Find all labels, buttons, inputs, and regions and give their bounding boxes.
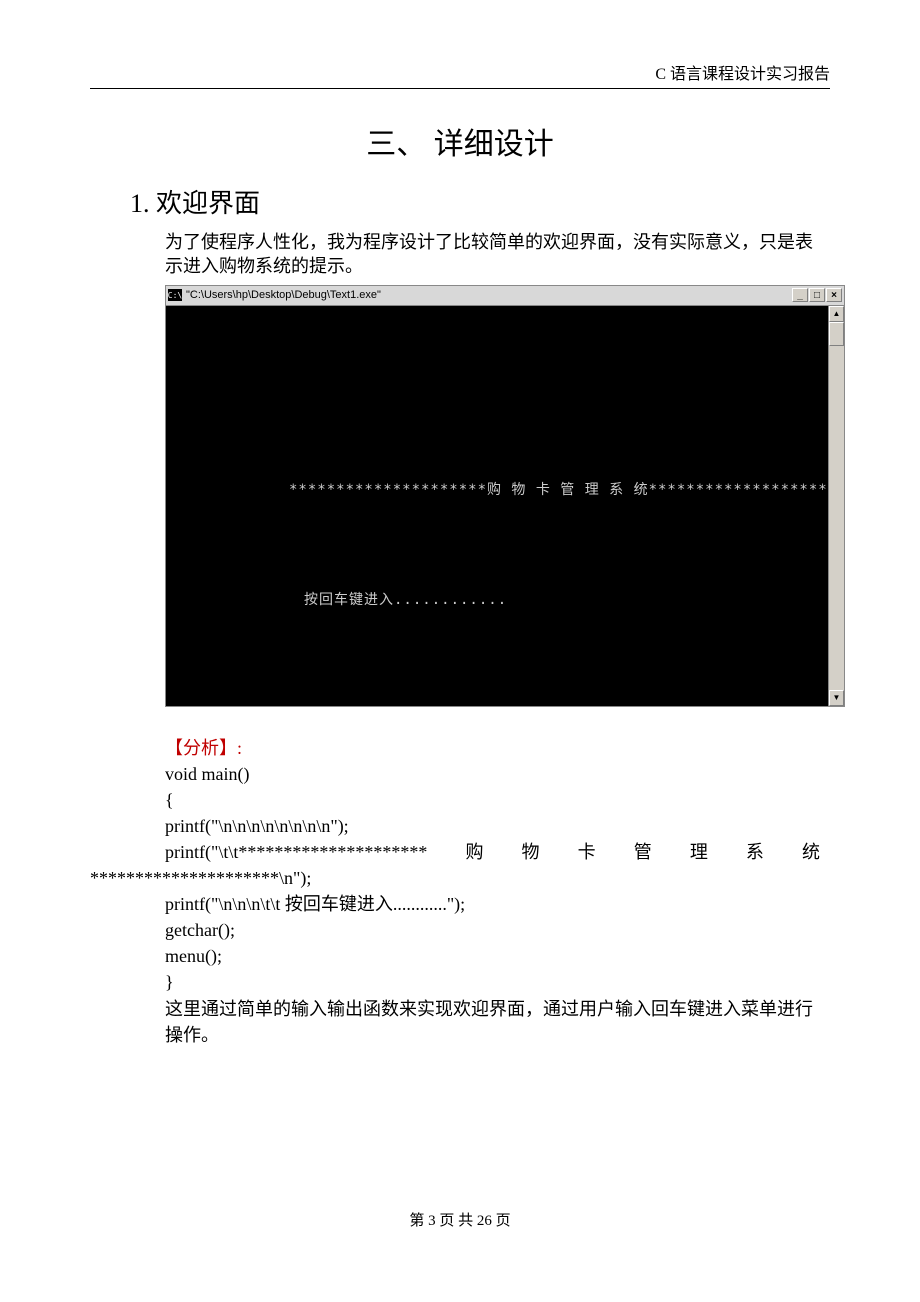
console-window-title: "C:\Users\hp\Desktop\Debug\Text1.exe"	[186, 289, 381, 301]
subsection-label: 欢迎界面	[156, 189, 260, 218]
code-frag: 物	[522, 839, 540, 865]
intro-paragraph: 为了使程序人性化，我为程序设计了比较简单的欢迎界面，没有实际意义，只是表示进入购…	[165, 230, 820, 279]
console-line-prompt: 按回车键进入............	[174, 589, 820, 609]
code-line: }	[165, 969, 820, 995]
console-window: C:\ "C:\Users\hp\Desktop\Debug\Text1.exe…	[165, 285, 845, 707]
code-line: void main()	[165, 761, 820, 787]
console-line-banner: *********************购 物 卡 管 理 系 统******…	[174, 479, 820, 499]
code-frag: printf("\t\t*********************	[165, 839, 427, 865]
scroll-up-icon[interactable]: ▲	[829, 306, 844, 322]
code-frag: 系	[746, 839, 764, 865]
analysis-block: 【分析】: void main() { printf("\n\n\n\n\n\n…	[165, 735, 820, 1048]
console-app-icon: C:\	[168, 289, 182, 301]
header-divider	[90, 88, 830, 89]
code-line: getchar();	[165, 917, 820, 943]
code-frag: 购	[465, 839, 483, 865]
code-line: *********************\n");	[90, 865, 820, 891]
code-frag: 管	[634, 839, 652, 865]
console-titlebar: C:\ "C:\Users\hp\Desktop\Debug\Text1.exe…	[166, 286, 844, 306]
section-title: 三、 详细设计	[90, 119, 830, 163]
code-line-justified: printf("\t\t********************* 购 物 卡 …	[165, 839, 820, 865]
subsection-number: 1.	[130, 189, 150, 218]
code-frag: 理	[690, 839, 708, 865]
code-line: {	[165, 787, 820, 813]
code-line: printf("\n\n\n\n\n\n\n\n");	[165, 813, 820, 839]
console-output: *********************购 物 卡 管 理 系 统******…	[166, 306, 828, 706]
analysis-explanation: 这里通过简单的输入输出函数来实现欢迎界面，通过用户输入回车键进入菜单进行操作。	[165, 996, 820, 1048]
page-footer: 第 3 页 共 26 页	[0, 1209, 920, 1230]
code-frag: 统	[802, 839, 820, 865]
code-line: menu();	[165, 943, 820, 969]
window-buttons: _ □ ×	[792, 288, 842, 302]
maximize-button[interactable]: □	[809, 288, 825, 302]
code-frag: 卡	[578, 839, 596, 865]
scroll-thumb[interactable]	[829, 322, 844, 346]
close-button[interactable]: ×	[826, 288, 842, 302]
console-scrollbar[interactable]: ▲ ▼	[828, 306, 844, 706]
code-line: printf("\n\n\n\t\t 按回车键进入............");	[165, 891, 820, 917]
scroll-down-icon[interactable]: ▼	[829, 690, 844, 706]
subsection-title: 1. 欢迎界面	[130, 183, 830, 220]
analysis-label: 【分析】:	[165, 738, 242, 758]
header-report-title: C 语言课程设计实习报告	[90, 60, 830, 84]
minimize-button[interactable]: _	[792, 288, 808, 302]
